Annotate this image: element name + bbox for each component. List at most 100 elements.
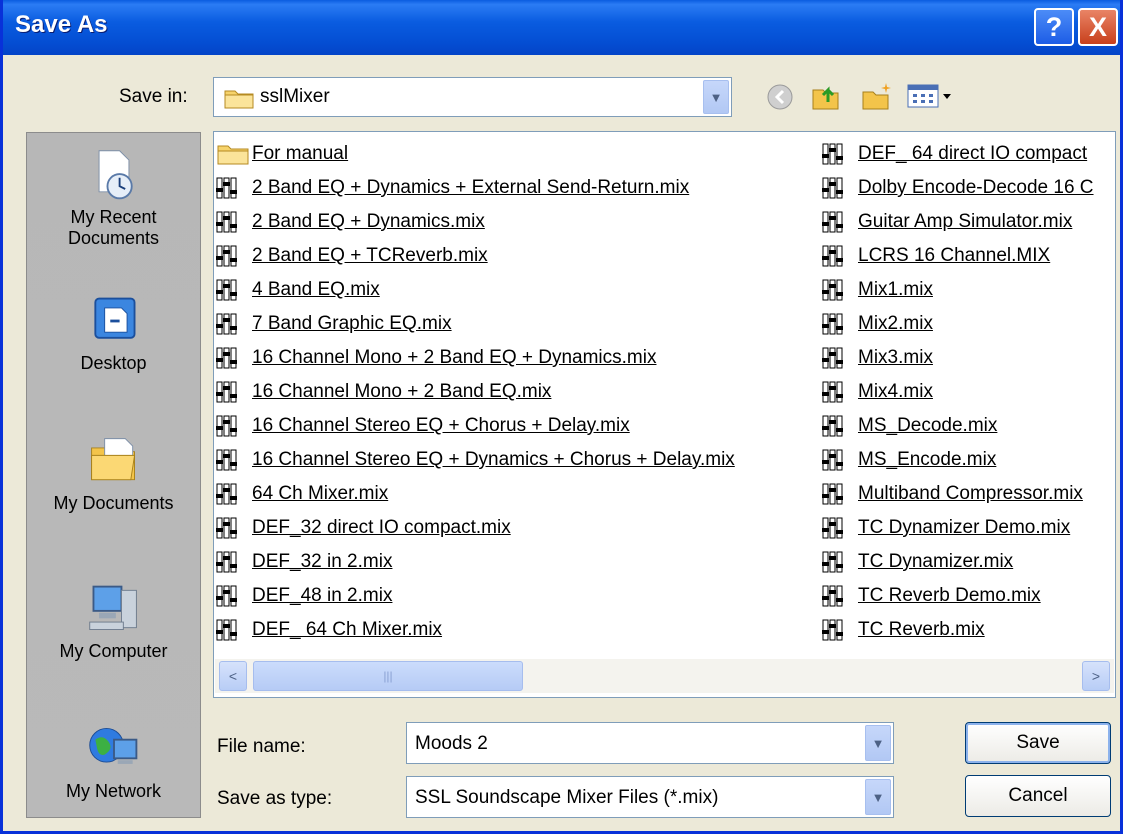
mixer-file-icon [822, 381, 843, 403]
cancel-button[interactable]: Cancel [965, 775, 1111, 817]
folder-icon [217, 145, 249, 165]
file-list-item[interactable]: DEF_32 in 2.mix [216, 550, 816, 580]
chevron-down-icon[interactable]: ▼ [703, 80, 729, 114]
file-list-item[interactable]: TC Dynamizer.mix [822, 550, 1114, 580]
save-button[interactable]: Save [965, 722, 1111, 764]
place-label: My Recent [70, 207, 157, 227]
file-list-item[interactable]: DEF_32 direct IO compact.mix [216, 516, 816, 546]
file-name-text: 2 Band EQ + TCReverb.mix [252, 245, 488, 266]
mixer-file-icon [216, 415, 237, 437]
new-folder-icon[interactable] [860, 80, 894, 112]
scroll-thumb[interactable]: ||| [253, 661, 523, 691]
file-name-text: TC Dynamizer Demo.mix [858, 517, 1071, 538]
file-name-text: Mix1.mix [858, 279, 933, 300]
mixer-file-icon [822, 143, 843, 165]
back-icon[interactable] [766, 83, 794, 111]
mixer-file-icon [216, 381, 237, 403]
title-bar[interactable]: Save As ? X [3, 0, 1120, 55]
place-my-network[interactable]: My Network [27, 721, 200, 802]
mixer-file-icon [822, 517, 843, 539]
file-list-item[interactable]: 16 Channel Stereo EQ + Dynamics + Chorus… [216, 448, 816, 478]
file-list-item[interactable]: DEF_ 64 Ch Mixer.mix [216, 618, 816, 648]
mixer-file-icon [822, 585, 843, 607]
file-list-item[interactable]: TC Reverb Demo.mix [822, 584, 1114, 614]
file-list-item[interactable]: For manual [216, 142, 816, 172]
chevron-down-icon[interactable]: ▼ [865, 779, 891, 815]
mixer-file-icon [216, 313, 237, 335]
file-list-item[interactable]: DEF_ 64 direct IO compact [822, 142, 1114, 172]
file-name-text: 16 Channel Mono + 2 Band EQ.mix [252, 381, 552, 402]
file-name-text: 7 Band Graphic EQ.mix [252, 313, 452, 334]
mixer-file-icon [822, 279, 843, 301]
folder-icon [224, 90, 254, 109]
chevron-down-icon[interactable]: ▼ [865, 725, 891, 761]
file-list-item[interactable]: 4 Band EQ.mix [216, 278, 816, 308]
mixer-file-icon [216, 483, 237, 505]
up-folder-icon[interactable] [810, 80, 842, 112]
scroll-left-arrow-icon[interactable]: < [219, 661, 247, 691]
file-list-item[interactable]: 2 Band EQ + Dynamics.mix [216, 210, 816, 240]
save-as-type-label: Save as type: [217, 788, 333, 809]
file-list-item[interactable]: Mix4.mix [822, 380, 1114, 410]
mixer-file-icon [822, 551, 843, 573]
my-documents-icon [90, 438, 135, 481]
file-list-item[interactable]: TC Dynamizer Demo.mix [822, 516, 1114, 546]
place-label: Documents [67, 228, 160, 248]
mixer-file-icon [216, 279, 237, 301]
place-label: My Network [65, 781, 161, 801]
file-list-item[interactable]: 2 Band EQ + TCReverb.mix [216, 244, 816, 274]
file-name-text: 4 Band EQ.mix [252, 279, 380, 300]
mixer-file-icon [216, 551, 237, 573]
file-name-text: For manual [252, 143, 349, 164]
place-desktop[interactable]: Desktop [27, 293, 200, 374]
mixer-file-icon [822, 313, 843, 335]
close-button[interactable]: X [1078, 8, 1118, 46]
file-name-text: 16 Channel Stereo EQ + Dynamics + Chorus… [252, 449, 735, 470]
mixer-file-icon [216, 619, 237, 641]
file-name-text: 16 Channel Mono + 2 Band EQ + Dynamics.m… [252, 347, 657, 368]
file-name-text: 2 Band EQ + Dynamics + External Send-Ret… [252, 177, 690, 198]
file-list[interactable]: For manual 2 Band EQ + Dynamics + Externa… [213, 131, 1116, 698]
file-name-text: 64 Ch Mixer.mix [252, 483, 389, 504]
file-list-item[interactable]: Multiband Compressor.mix [822, 482, 1114, 512]
horizontal-scrollbar[interactable]: < ||| > [215, 659, 1114, 693]
file-list-item[interactable]: Mix3.mix [822, 346, 1114, 376]
mixer-file-icon [216, 177, 237, 199]
place-my-recent-documents[interactable]: My Recent Documents [27, 147, 200, 249]
file-list-item[interactable]: MS_Decode.mix [822, 414, 1114, 444]
file-list-item[interactable]: MS_Encode.mix [822, 448, 1114, 478]
file-name-input[interactable]: Moods 2 ▼ [406, 722, 894, 764]
file-name-text: Guitar Amp Simulator.mix [858, 211, 1073, 232]
mixer-file-icon [216, 245, 237, 267]
place-my-documents[interactable]: My Documents [27, 433, 200, 514]
mixer-file-icon [216, 347, 237, 369]
help-button[interactable]: ? [1034, 8, 1074, 46]
mixer-file-icon [216, 449, 237, 471]
save-as-type-value: SSL Soundscape Mixer Files (*.mix) [415, 787, 719, 808]
place-label: My Documents [53, 493, 174, 513]
file-list-item[interactable]: TC Reverb.mix [822, 618, 1114, 648]
file-list-item[interactable]: Dolby Encode-Decode 16 C [822, 176, 1114, 206]
save-as-type-dropdown[interactable]: SSL Soundscape Mixer Files (*.mix) ▼ [406, 776, 894, 818]
file-list-item[interactable]: 16 Channel Mono + 2 Band EQ.mix [216, 380, 816, 410]
scroll-right-arrow-icon[interactable]: > [1082, 661, 1110, 691]
desktop-icon [93, 297, 135, 339]
file-list-item[interactable]: LCRS 16 Channel.MIX [822, 244, 1114, 274]
file-list-item[interactable]: Mix1.mix [822, 278, 1114, 308]
file-list-item[interactable]: 7 Band Graphic EQ.mix [216, 312, 816, 342]
view-menu-icon[interactable] [906, 83, 954, 109]
file-list-item[interactable]: 16 Channel Mono + 2 Band EQ + Dynamics.m… [216, 346, 816, 376]
file-list-item[interactable]: 2 Band EQ + Dynamics + External Send-Ret… [216, 176, 816, 206]
file-list-item[interactable]: Guitar Amp Simulator.mix [822, 210, 1114, 240]
file-list-item[interactable]: 64 Ch Mixer.mix [216, 482, 816, 512]
file-name-text: Multiband Compressor.mix [858, 483, 1083, 504]
file-list-item[interactable]: Mix2.mix [822, 312, 1114, 342]
save-in-dropdown[interactable]: sslMixer ▼ [213, 77, 732, 117]
file-list-item[interactable]: DEF_48 in 2.mix [216, 584, 816, 614]
file-list-item[interactable]: 16 Channel Stereo EQ + Chorus + Delay.mi… [216, 414, 816, 444]
save-in-value: sslMixer [260, 86, 330, 107]
place-my-computer[interactable]: My Computer [27, 581, 200, 662]
file-name-text: 16 Channel Stereo EQ + Chorus + Delay.mi… [252, 415, 630, 436]
mixer-file-icon [822, 245, 843, 267]
file-name-text: Mix3.mix [858, 347, 933, 368]
